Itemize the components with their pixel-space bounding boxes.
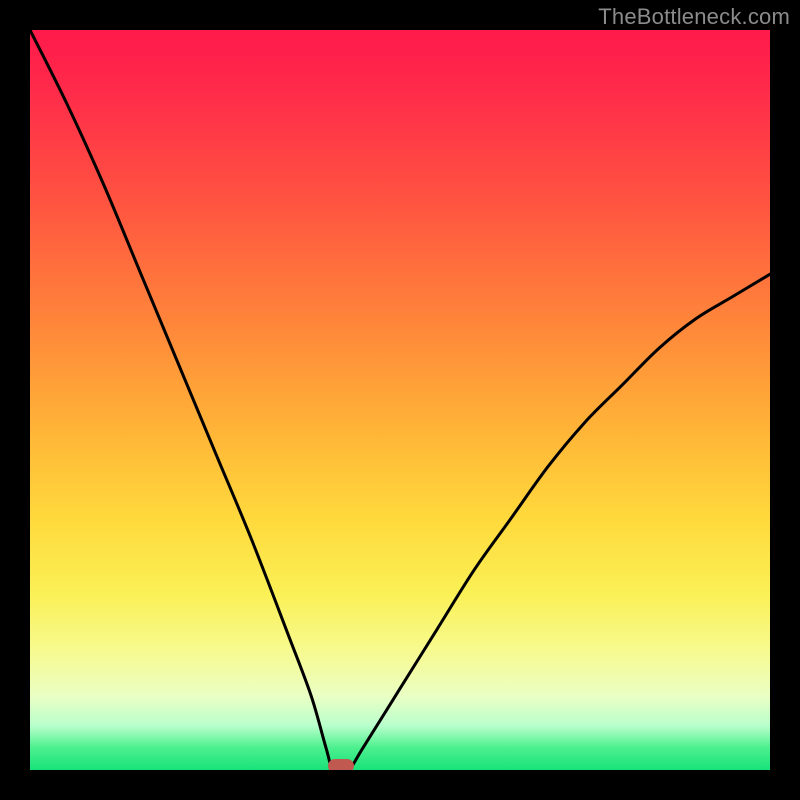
chart-frame: TheBottleneck.com [0,0,800,800]
optimal-marker [328,759,354,770]
watermark-text: TheBottleneck.com [598,4,790,30]
curve-svg [30,30,770,770]
bottleneck-curve [30,30,770,770]
plot-area [30,30,770,770]
